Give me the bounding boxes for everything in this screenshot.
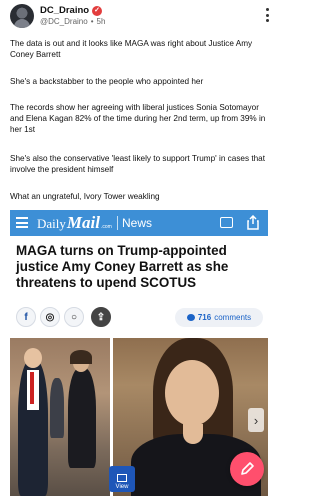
header-divider xyxy=(117,216,118,230)
author-name-row[interactable]: DC_Draino ✓ xyxy=(40,5,103,16)
chat-bubble-icon[interactable]: ○ xyxy=(64,307,84,327)
logo-mail: Mail xyxy=(66,213,100,232)
author-handle[interactable]: @DC_Draino xyxy=(40,17,88,26)
comments-button[interactable]: 716 comments xyxy=(175,308,263,327)
comment-bubble-icon xyxy=(186,314,195,321)
share-icon[interactable] xyxy=(246,215,260,230)
article-card[interactable]: Daily Mail .com News MAGA turns on Trump… xyxy=(10,210,268,496)
compose-button[interactable] xyxy=(230,452,264,486)
article-photos[interactable]: › View xyxy=(10,338,268,496)
post-paragraph-4: She's also the conservative 'least likel… xyxy=(10,154,265,174)
logo-com: .com xyxy=(100,224,112,230)
whatsapp-icon[interactable]: ◎ xyxy=(40,307,60,327)
chevron-right-icon[interactable]: › xyxy=(248,408,264,432)
author-meta: @DC_Draino • 5h xyxy=(40,17,105,26)
logo-daily: Daily xyxy=(37,216,66,231)
section-label[interactable]: News xyxy=(122,216,152,230)
facebook-icon[interactable]: f xyxy=(16,307,36,327)
view-label: View xyxy=(115,484,129,490)
view-gallery-button[interactable]: View xyxy=(109,466,135,492)
post-header: DC_Draino ✓ @DC_Draino • 5h xyxy=(10,4,272,28)
post-paragraph-2: She's a backstabber to the people who ap… xyxy=(10,77,204,86)
post-paragraph-5: What an ungrateful, Ivory Tower weakling xyxy=(10,192,160,201)
post-paragraph-1: The data is out and it looks like MAGA w… xyxy=(10,39,253,59)
compose-icon xyxy=(241,462,254,475)
post-paragraph-3: The records show her agreeing with liber… xyxy=(10,103,266,134)
avatar[interactable] xyxy=(10,4,34,28)
meta-separator: • xyxy=(90,17,94,26)
daily-mail-logo[interactable]: Daily Mail .com xyxy=(37,213,112,233)
post: DC_Draino ✓ @DC_Draino • 5h The data is … xyxy=(0,0,278,500)
daily-mail-header: Daily Mail .com News xyxy=(10,210,268,236)
comments-count: 716 xyxy=(197,313,212,322)
hamburger-menu-icon[interactable] xyxy=(16,217,28,228)
verified-badge-icon: ✓ xyxy=(92,5,103,16)
chat-icon[interactable] xyxy=(220,213,233,228)
article-headline[interactable]: MAGA turns on Trump-appointed justice Am… xyxy=(16,243,266,291)
share-row: f ◎ ○ ⇪ 716 comments xyxy=(10,307,268,327)
gallery-icon xyxy=(117,474,127,482)
comments-label: comments xyxy=(214,313,252,322)
author-display-name[interactable]: DC_Draino xyxy=(40,5,89,16)
photo-trump-barrett[interactable] xyxy=(10,338,110,496)
more-options-icon[interactable] xyxy=(266,8,270,22)
share-button-icon[interactable]: ⇪ xyxy=(91,307,111,327)
post-time: 5h xyxy=(96,17,106,26)
